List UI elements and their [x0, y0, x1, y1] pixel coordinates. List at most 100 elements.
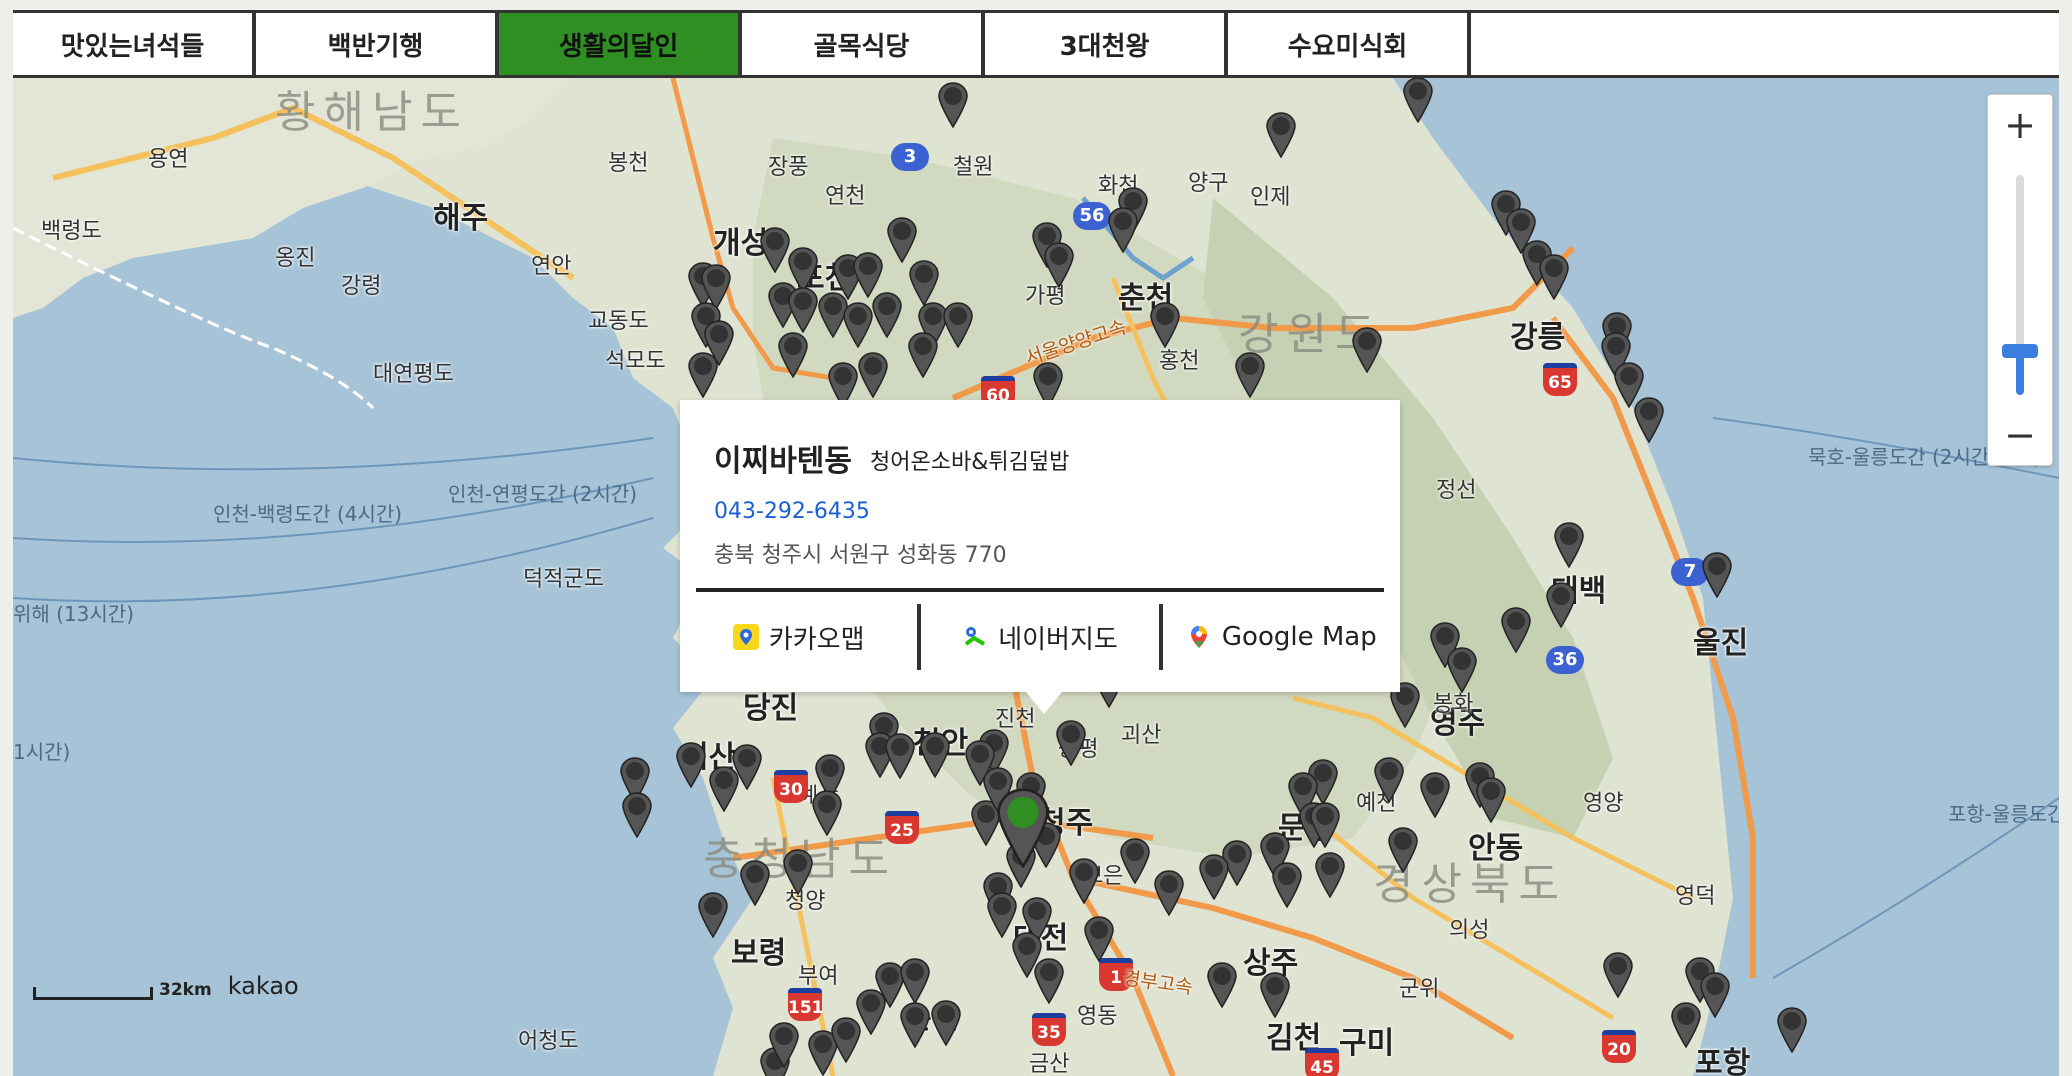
map-place-label: 금산	[1029, 1052, 1070, 1076]
restaurant-marker[interactable]	[858, 352, 888, 399]
selected-restaurant-marker[interactable]	[995, 788, 1051, 869]
map-place-label: 백령도	[41, 219, 102, 244]
restaurant-marker[interactable]	[1272, 862, 1302, 909]
restaurant-marker[interactable]	[908, 332, 938, 379]
info-window-pointer	[1026, 692, 1062, 714]
restaurant-marker[interactable]	[1634, 397, 1664, 444]
restaurant-marker[interactable]	[1235, 352, 1265, 399]
restaurant-marker[interactable]	[709, 766, 739, 813]
restaurant-marker[interactable]	[900, 1002, 930, 1049]
restaurant-marker[interactable]	[676, 742, 706, 789]
restaurant-marker[interactable]	[872, 292, 902, 339]
restaurant-marker[interactable]	[1554, 522, 1584, 569]
tab-3[interactable]: 골목식당	[742, 13, 985, 75]
restaurant-marker[interactable]	[1207, 962, 1237, 1009]
map-place-label: 부여	[798, 964, 839, 989]
restaurant-marker[interactable]	[740, 860, 770, 907]
app-frame: 맛있는녀석들 백반기행 생활의달인 골목식당 3대천왕 수요미식회 황해남도 강…	[13, 10, 2059, 1076]
restaurant-marker[interactable]	[885, 733, 915, 780]
map-place-label: 철원	[953, 155, 994, 180]
restaurant-marker[interactable]	[1069, 858, 1099, 905]
restaurant-marker[interactable]	[769, 1022, 799, 1069]
route-badge: 3	[891, 143, 929, 171]
restaurant-marker[interactable]	[931, 1000, 961, 1047]
navermap-label: 네이버지도	[998, 624, 1118, 655]
restaurant-marker[interactable]	[1056, 720, 1086, 767]
restaurant-marker[interactable]	[1546, 582, 1576, 629]
googlemap-link[interactable]: Google Map	[1163, 596, 1400, 678]
restaurant-marker[interactable]	[831, 1017, 861, 1064]
restaurant-marker[interactable]	[943, 302, 973, 349]
restaurant-marker[interactable]	[1310, 802, 1340, 849]
restaurant-marker[interactable]	[1044, 242, 1074, 289]
tab-1[interactable]: 백반기행	[256, 13, 499, 75]
restaurant-marker[interactable]	[783, 849, 813, 896]
map-place-label: 괴산	[1121, 723, 1162, 748]
restaurant-marker[interactable]	[1777, 1007, 1807, 1054]
map-place-label: 장풍	[768, 155, 809, 180]
restaurant-marker[interactable]	[1012, 932, 1042, 979]
restaurant-marker[interactable]	[1108, 207, 1138, 254]
googlemap-icon	[1186, 624, 1212, 650]
map-place-label: 덕적군도	[523, 567, 604, 592]
restaurant-marker[interactable]	[900, 958, 930, 1005]
restaurant-phone[interactable]: 043-292-6435	[714, 499, 870, 524]
tab-5[interactable]: 수요미식회	[1228, 13, 1471, 75]
restaurant-menu: 청어온소바&튀김덮밥	[870, 450, 1070, 475]
restaurant-marker[interactable]	[1084, 916, 1114, 963]
zoom-out-button[interactable]: −	[1988, 405, 2052, 465]
restaurant-marker[interactable]	[812, 790, 842, 837]
restaurant-marker[interactable]	[1403, 78, 1433, 124]
restaurant-marker[interactable]	[1120, 838, 1150, 885]
zoom-slider-handle[interactable]	[2002, 344, 2038, 358]
kakaomap-label: 카카오맵	[768, 624, 865, 655]
route-badge: 36	[1546, 646, 1584, 674]
restaurant-marker[interactable]	[1603, 952, 1633, 999]
restaurant-marker[interactable]	[1374, 757, 1404, 804]
restaurant-marker[interactable]	[1671, 1002, 1701, 1049]
restaurant-marker[interactable]	[909, 260, 939, 307]
tab-2[interactable]: 생활의달인	[499, 13, 742, 75]
restaurant-marker[interactable]	[698, 892, 728, 939]
maritime-border	[13, 226, 375, 410]
restaurant-marker[interactable]	[622, 792, 652, 839]
restaurant-marker[interactable]	[1447, 647, 1477, 694]
restaurant-marker[interactable]	[1388, 827, 1418, 874]
restaurant-marker[interactable]	[788, 287, 818, 334]
restaurant-marker[interactable]	[1476, 777, 1506, 824]
restaurant-marker[interactable]	[1352, 327, 1382, 374]
map-place-label: 의성	[1449, 918, 1490, 943]
kakaomap-link[interactable]: 카카오맵	[680, 596, 917, 678]
restaurant-marker[interactable]	[1539, 254, 1569, 301]
restaurant-marker[interactable]	[920, 732, 950, 779]
navermap-icon	[962, 624, 988, 650]
restaurant-marker[interactable]	[938, 82, 968, 129]
restaurant-marker[interactable]	[1260, 972, 1290, 1019]
tab-4[interactable]: 3대천왕	[985, 13, 1228, 75]
highway-shield: 45	[1305, 1048, 1339, 1076]
map-place-label: 양구	[1188, 171, 1229, 196]
map-place-label: 황해남도	[275, 87, 469, 138]
map-place-label: 영덕	[1675, 884, 1716, 909]
tab-0[interactable]: 맛있는녀석들	[13, 13, 256, 75]
restaurant-marker[interactable]	[688, 352, 718, 399]
restaurant-marker[interactable]	[1702, 552, 1732, 599]
restaurant-marker[interactable]	[778, 332, 808, 379]
map-scale: 32km kakao	[33, 972, 299, 1000]
highway-shield: 35	[1032, 1013, 1066, 1046]
navermap-link[interactable]: 네이버지도	[921, 596, 1158, 678]
restaurant-marker[interactable]	[1266, 112, 1296, 159]
zoom-in-button[interactable]: +	[1988, 95, 2052, 155]
divider	[696, 588, 1384, 592]
restaurant-marker[interactable]	[760, 227, 790, 274]
restaurant-marker[interactable]	[887, 217, 917, 264]
restaurant-marker[interactable]	[1154, 870, 1184, 917]
restaurant-marker[interactable]	[1315, 852, 1345, 899]
map-place-label: 연천	[825, 184, 866, 209]
restaurant-marker[interactable]	[1150, 302, 1180, 349]
restaurant-marker[interactable]	[843, 302, 873, 349]
restaurant-marker[interactable]	[1700, 972, 1730, 1019]
restaurant-marker[interactable]	[1420, 772, 1450, 819]
restaurant-marker[interactable]	[1501, 607, 1531, 654]
restaurant-marker[interactable]	[1199, 854, 1229, 901]
